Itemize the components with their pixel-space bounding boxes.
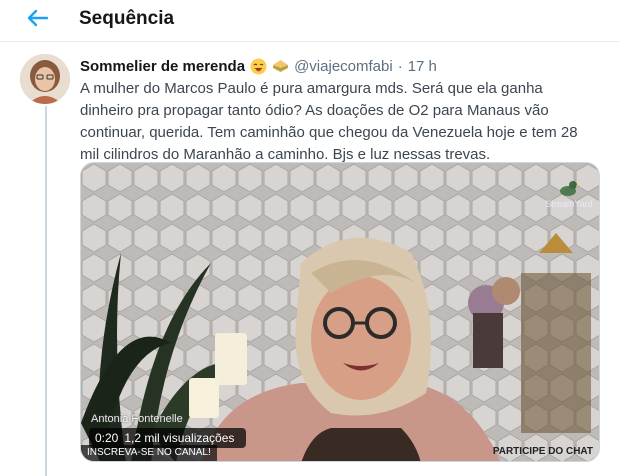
tweet-timestamp[interactable]: 17 h bbox=[408, 58, 437, 75]
separator-dot: · bbox=[397, 57, 403, 75]
video-player[interactable]: StreamYard Antonia Fontenelle INSCREVA-S… bbox=[80, 162, 600, 462]
back-button[interactable] bbox=[24, 6, 52, 30]
page-title: Sequência bbox=[79, 8, 175, 29]
streamyard-watermark: StreamYard bbox=[545, 179, 593, 209]
video-stats-badge: 0:20 1,2 mil visualizações bbox=[89, 428, 247, 448]
streamer-name-overlay: Antonia Fontenelle bbox=[91, 413, 183, 425]
smiling-face-emoji-icon bbox=[250, 58, 267, 74]
watermark-text: StreamYard bbox=[545, 199, 593, 209]
thread-line bbox=[45, 106, 47, 476]
sandwich-emoji-icon bbox=[273, 59, 289, 72]
avatar[interactable] bbox=[20, 54, 70, 104]
tweet-text: A mulher do Marcos Paulo é pura amargura… bbox=[80, 80, 578, 163]
video-duration: 0:20 bbox=[95, 431, 119, 445]
author-name[interactable]: Sommelier de merenda bbox=[80, 58, 245, 75]
arrow-left-icon bbox=[27, 9, 49, 27]
author-handle[interactable]: @viajecomfabi bbox=[294, 58, 393, 75]
chat-banner: PARTICIPE DO CHAT bbox=[492, 446, 593, 457]
video-views: 1,2 mil visualizações bbox=[124, 431, 235, 445]
tweet-header: Sommelier de merenda @viajecomfabi · 17 … bbox=[80, 56, 437, 76]
duck-logo-icon bbox=[560, 181, 580, 196]
page-header: Sequência bbox=[0, 0, 620, 42]
avatar-image bbox=[20, 54, 70, 104]
